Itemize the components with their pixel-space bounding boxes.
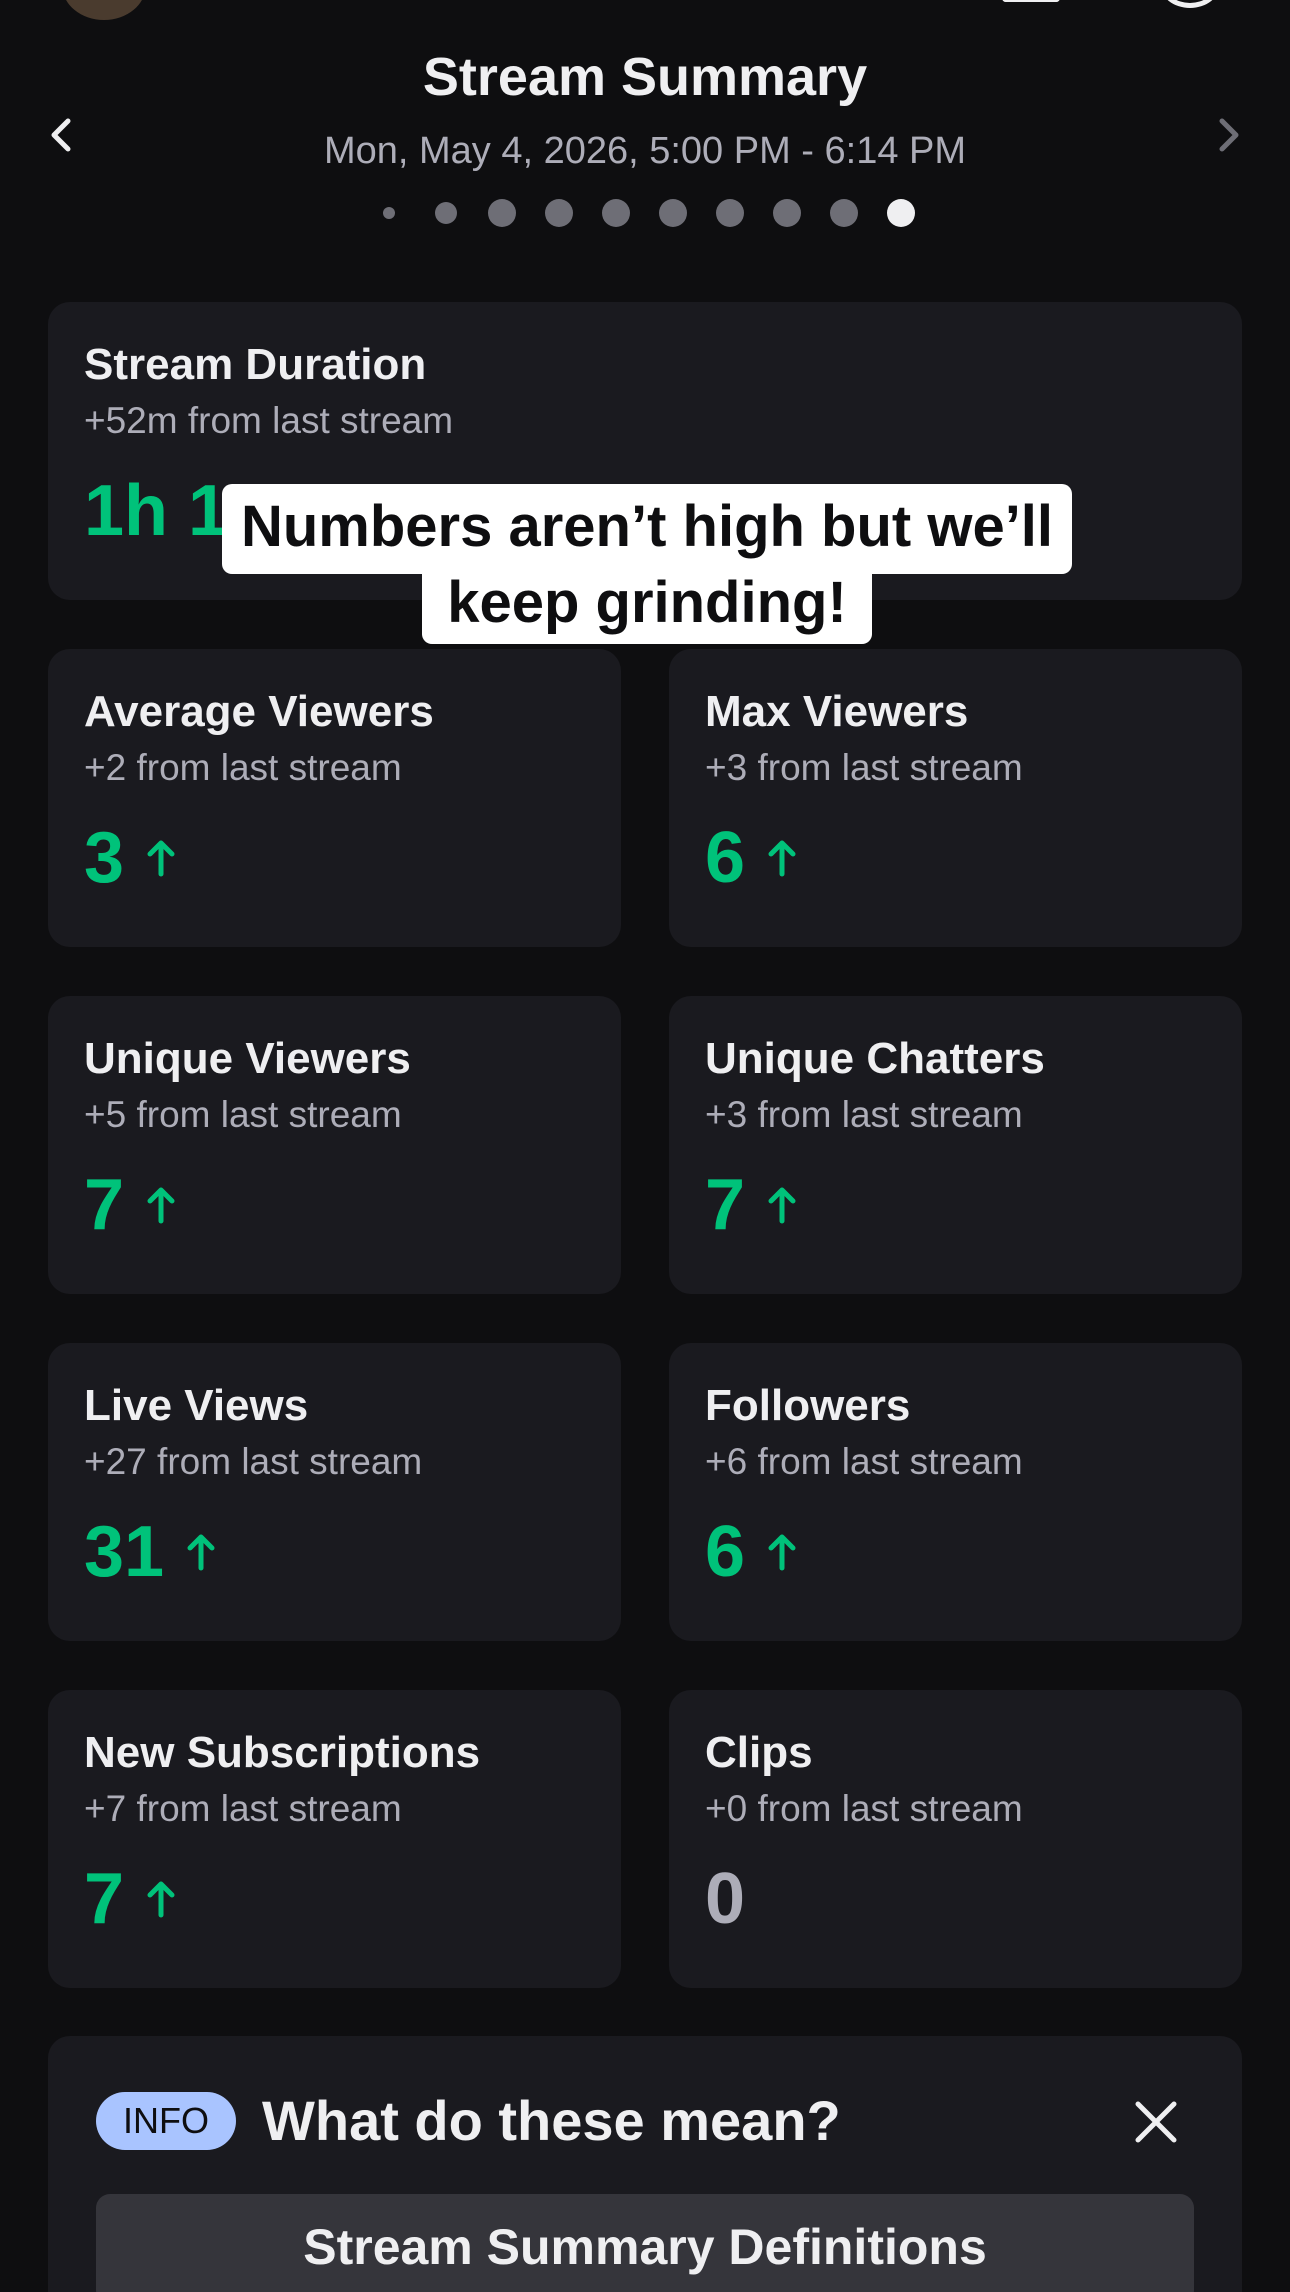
arrow-up-icon	[187, 1534, 215, 1571]
followers-value: 6	[705, 1512, 746, 1592]
arrow-up-icon	[768, 840, 796, 877]
page-dot[interactable]	[830, 199, 858, 227]
followers-card: Followers +6 from last stream 6	[669, 1343, 1242, 1641]
average-viewers-card: Average Viewers +2 from last stream 3	[48, 649, 621, 947]
page-dot[interactable]	[435, 202, 457, 224]
unique-viewers-card: Unique Viewers +5 from last stream 7	[48, 996, 621, 1294]
card-value: 0	[705, 1858, 745, 1940]
arrow-up-icon	[768, 1534, 796, 1571]
unique-viewers-value: 7	[84, 1165, 125, 1245]
arrow-up-icon	[147, 840, 175, 877]
stream-summary-screen: Stream Summary Mon, May 4, 2026, 5:00 PM…	[0, 0, 1290, 2292]
clips-value: 0	[705, 1859, 746, 1939]
card-value: 7	[84, 1164, 176, 1246]
inbox-icon[interactable]	[1002, 0, 1060, 2]
arrow-up-icon	[768, 1187, 796, 1224]
info-heading: What do these mean?	[262, 2089, 841, 2152]
stream-summary-definitions-button[interactable]: Stream Summary Definitions	[96, 2194, 1194, 2292]
card-delta: +3 from last stream	[705, 747, 1023, 788]
clips-card: Clips +0 from last stream 0	[669, 1690, 1242, 1988]
card-title: Followers	[705, 1381, 911, 1430]
new-subscriptions-value: 7	[84, 1859, 125, 1939]
unique-chatters-card: Unique Chatters +3 from last stream 7	[669, 996, 1242, 1294]
info-card: INFO What do these mean? Stream Summary …	[48, 2036, 1242, 2292]
page-dot-active[interactable]	[887, 199, 915, 227]
card-title: Live Views	[84, 1381, 309, 1430]
info-badge: INFO	[96, 2092, 236, 2150]
page-indicator	[0, 198, 1290, 228]
page-dot[interactable]	[659, 199, 687, 227]
card-delta: +5 from last stream	[84, 1094, 402, 1135]
arrow-up-icon	[147, 1881, 175, 1918]
live-views-card: Live Views +27 from last stream 31	[48, 1343, 621, 1641]
new-subscriptions-card: New Subscriptions +7 from last stream 7	[48, 1690, 621, 1988]
page-dot[interactable]	[602, 199, 630, 227]
page-dot[interactable]	[383, 207, 395, 219]
max-viewers-card: Max Viewers +3 from last stream 6	[669, 649, 1242, 947]
card-delta: +0 from last stream	[705, 1788, 1023, 1829]
card-delta: +52m from last stream	[84, 400, 454, 441]
card-delta: +6 from last stream	[705, 1441, 1023, 1482]
card-title: Unique Chatters	[705, 1034, 1045, 1083]
card-title: Unique Viewers	[84, 1034, 411, 1083]
card-delta: +2 from last stream	[84, 747, 402, 788]
card-value: 6	[705, 1511, 797, 1593]
page-title: Stream Summary	[422, 47, 868, 107]
next-stream-button[interactable]	[1204, 110, 1254, 160]
card-delta: +3 from last stream	[705, 1094, 1023, 1135]
card-title: Average Viewers	[84, 687, 434, 736]
card-title: Max Viewers	[705, 687, 969, 736]
average-viewers-value: 3	[84, 818, 125, 898]
caption-line-1: Numbers aren’t high but we’ll	[222, 484, 1072, 574]
card-value: 7	[705, 1164, 797, 1246]
page-dot[interactable]	[545, 199, 573, 227]
previous-stream-button[interactable]	[36, 110, 86, 160]
chevron-left-icon	[51, 118, 71, 152]
stream-date-range: Mon, May 4, 2026, 5:00 PM - 6:14 PM	[323, 130, 967, 172]
page-dot[interactable]	[716, 199, 744, 227]
card-delta: +7 from last stream	[84, 1788, 402, 1829]
page-dot[interactable]	[488, 199, 516, 227]
chevron-right-icon	[1219, 118, 1239, 152]
avatar[interactable]	[62, 0, 146, 20]
card-value: 6	[705, 817, 797, 899]
unique-chatters-value: 7	[705, 1165, 746, 1245]
max-viewers-value: 6	[705, 818, 746, 898]
close-icon[interactable]	[1134, 2100, 1178, 2144]
card-title: Stream Duration	[84, 340, 427, 389]
arrow-up-icon	[147, 1187, 175, 1224]
card-value: 7	[84, 1858, 176, 1940]
card-value: 31	[84, 1511, 216, 1593]
caption-line-2: keep grinding!	[422, 572, 872, 644]
page-dot[interactable]	[773, 199, 801, 227]
profile-icon[interactable]	[1160, 0, 1220, 8]
card-title: New Subscriptions	[84, 1728, 481, 1777]
card-title: Clips	[705, 1728, 813, 1777]
live-views-value: 31	[84, 1512, 165, 1592]
card-delta: +27 from last stream	[84, 1441, 423, 1482]
card-value: 3	[84, 817, 176, 899]
